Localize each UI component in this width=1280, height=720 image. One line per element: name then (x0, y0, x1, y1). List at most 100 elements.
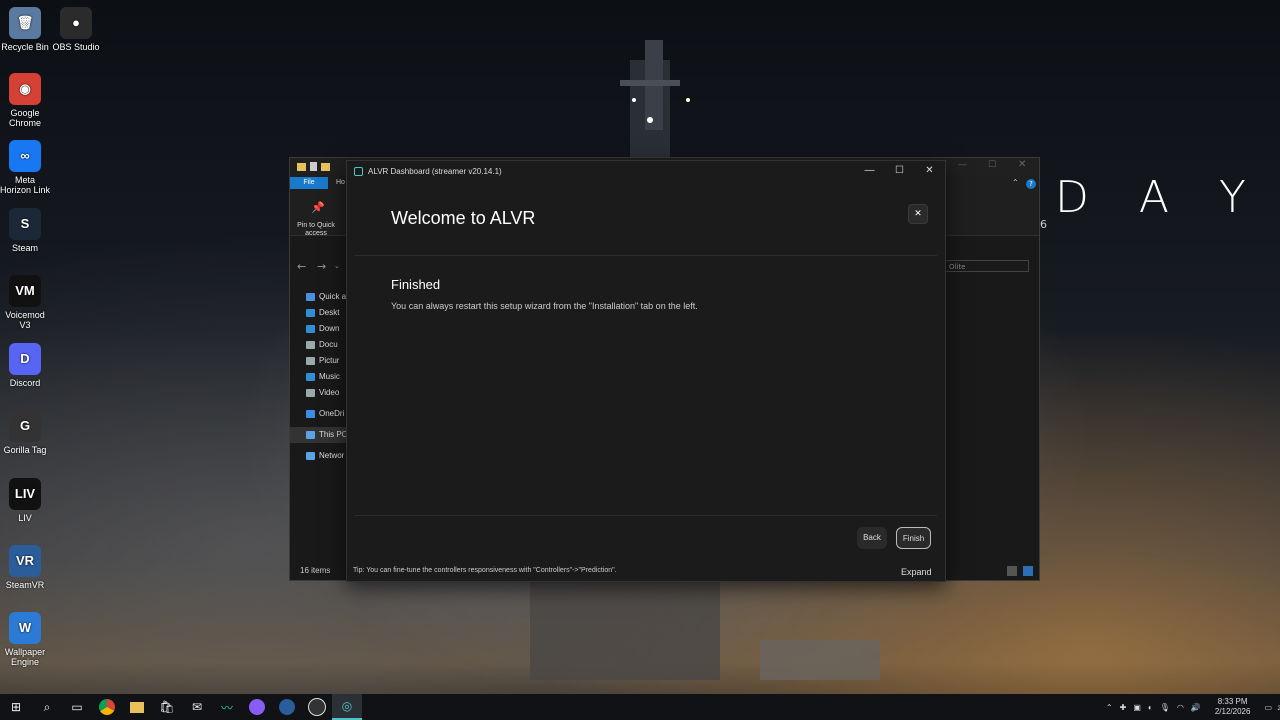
folder-icon (306, 340, 315, 349)
folder-icon (306, 356, 315, 365)
nav-item-label: Down (319, 324, 340, 333)
tiles-view-icon[interactable] (1023, 566, 1033, 576)
desktop-icon-label: LIV (18, 513, 32, 523)
desktop-icon-label: OBS Studio (52, 42, 100, 52)
desktop-icon[interactable]: ◉ Google Chrome (0, 73, 51, 128)
taskbar-alvr-icon[interactable]: ◎ (332, 694, 362, 720)
desktop-icon-label: Meta Horizon Link (0, 175, 51, 195)
item-count: 16 items (300, 566, 331, 575)
desktop-icon[interactable]: ● OBS Studio (50, 7, 102, 52)
finish-button[interactable]: Finish (896, 527, 931, 549)
taskbar-file-explorer-icon[interactable] (122, 694, 152, 720)
folder-icon (306, 308, 315, 317)
nav-item-label: Deskt (319, 308, 340, 317)
volume-icon[interactable]: 🔊 (1191, 703, 1201, 712)
wallpaper-sub-text: 6 (1040, 218, 1047, 231)
nav-item-label: Music (319, 372, 340, 381)
taskbar-obs-icon[interactable] (302, 694, 332, 720)
divider (355, 515, 937, 516)
tray-app-icon[interactable]: ◐ (1148, 703, 1153, 712)
folder-icon (306, 388, 315, 397)
back-button[interactable]: Back (857, 527, 887, 549)
folder-icon (306, 430, 315, 439)
desktop-icon[interactable]: VR SteamVR (0, 545, 51, 590)
explorer-minimize-button[interactable]: — (958, 160, 967, 170)
folder-icon (297, 162, 306, 171)
desktop-icon-label: Steam (11, 243, 38, 253)
step-title: Finished (391, 277, 441, 292)
back-arrow-icon[interactable]: ← (297, 260, 306, 273)
folder-icon (306, 292, 315, 301)
notification-icon[interactable]: ▭ 2 (1264, 703, 1280, 712)
desktop-icon-label: Discord (9, 378, 41, 388)
details-view-icon[interactable] (1007, 566, 1017, 576)
clock[interactable]: 8:33 PM 2/12/2026 (1215, 697, 1251, 717)
alvr-titlebar[interactable]: ALVR Dashboard (streamer v20.14.1) — ☐ ✕ (347, 161, 945, 181)
forward-arrow-icon[interactable]: → (317, 260, 326, 273)
search-icon[interactable]: ⌕ (32, 694, 62, 720)
taskbar-chrome-icon[interactable] (92, 694, 122, 720)
folder-icon (306, 451, 315, 460)
ribbon-collapse-icon[interactable]: ⌃ (1012, 178, 1019, 187)
help-icon[interactable]: ? (1026, 179, 1036, 189)
explorer-maximize-button[interactable]: ☐ (988, 160, 996, 170)
nav-item-label: Networ (319, 451, 345, 460)
folder-icon (306, 372, 315, 381)
close-window-button[interactable]: ✕ (914, 161, 945, 181)
start-windows-icon[interactable]: ⊞ (0, 694, 32, 720)
taskbar-voicemod-icon[interactable]: 〰 (212, 694, 242, 720)
desktop-icon-label: Google Chrome (8, 108, 41, 128)
file-tab[interactable]: File (290, 177, 328, 189)
task-view-icon[interactable]: ▭ (62, 694, 92, 720)
alvr-window-title: ALVR Dashboard (streamer v20.14.1) (368, 166, 502, 176)
desktop-icon[interactable]: W Wallpaper Engine (0, 612, 51, 667)
desktop-icon[interactable]: LIV LIV (0, 478, 51, 523)
nav-item-label: This PC (319, 430, 348, 439)
pin-icon: 📌 (311, 201, 325, 214)
wifi-icon[interactable]: ◠ (1177, 703, 1184, 712)
home-tab[interactable]: Ho (336, 179, 345, 186)
desktop-icon[interactable]: VM Voicemod V3 (0, 275, 51, 330)
nav-item-label: Pictur (319, 356, 340, 365)
app-icon: VM (9, 275, 41, 307)
microphone-icon[interactable]: 🎙 (1160, 703, 1170, 712)
system-tray: ⌃ ✚ ▣ ◐ 🎙 ◠ 🔊 8:33 PM 2/12/2026 ▭ 2 (1099, 694, 1280, 720)
explorer-search-input[interactable]: Olite (945, 260, 1029, 272)
taskbar-steam-icon[interactable] (272, 694, 302, 720)
minimize-button[interactable]: — (854, 161, 885, 181)
step-description: You can always restart this setup wizard… (391, 301, 698, 311)
tray-app-icon[interactable]: ✚ (1120, 703, 1127, 712)
desktop-icon[interactable]: 🗑 Recycle Bin (0, 7, 51, 52)
app-icon: ∞ (9, 140, 41, 172)
taskbar-store-icon[interactable]: 🛍 (152, 694, 182, 720)
recent-dropdown-icon[interactable]: ⌄ (334, 262, 340, 270)
folder-icon (306, 409, 315, 418)
nav-item-label: OneDri (319, 409, 345, 418)
desktop-icon[interactable]: ∞ Meta Horizon Link (0, 140, 51, 195)
app-icon: ◉ (9, 73, 41, 105)
time: 8:33 PM (1217, 697, 1248, 706)
desktop-icon[interactable]: S Steam (0, 208, 51, 253)
desktop-icon[interactable]: D Discord (0, 343, 51, 388)
app-icon: 🗑 (9, 7, 41, 39)
tray-app-icon[interactable]: ▣ (1133, 703, 1141, 712)
expand-button[interactable]: Expand (901, 567, 932, 577)
ground-building (760, 640, 880, 680)
desktop-icon[interactable]: G Gorilla Tag (0, 410, 51, 455)
tray-expand-icon[interactable]: ⌃ (1106, 703, 1113, 712)
document-icon (310, 162, 317, 171)
date: 2/12/2026 (1214, 707, 1251, 716)
taskbar-discord-icon[interactable] (242, 694, 272, 720)
tip-text: Tip: You can fine-tune the controllers r… (353, 567, 617, 574)
app-icon: S (9, 208, 41, 240)
wizard-close-button[interactable]: ✕ (908, 204, 928, 224)
taskbar-mail-icon[interactable]: ✉ (182, 694, 212, 720)
desktop-icon-label: SteamVR (5, 580, 45, 590)
pin-to-quick-access-button[interactable]: Pin to Quick access (292, 222, 340, 238)
alvr-app-icon (354, 166, 363, 176)
alvr-dashboard-window[interactable]: ALVR Dashboard (streamer v20.14.1) — ☐ ✕… (346, 160, 946, 582)
maximize-button[interactable]: ☐ (884, 161, 915, 181)
desktop-icon-label: Wallpaper Engine (4, 647, 46, 667)
explorer-close-button[interactable]: ✕ (1018, 159, 1026, 170)
folder-icon (321, 162, 330, 171)
